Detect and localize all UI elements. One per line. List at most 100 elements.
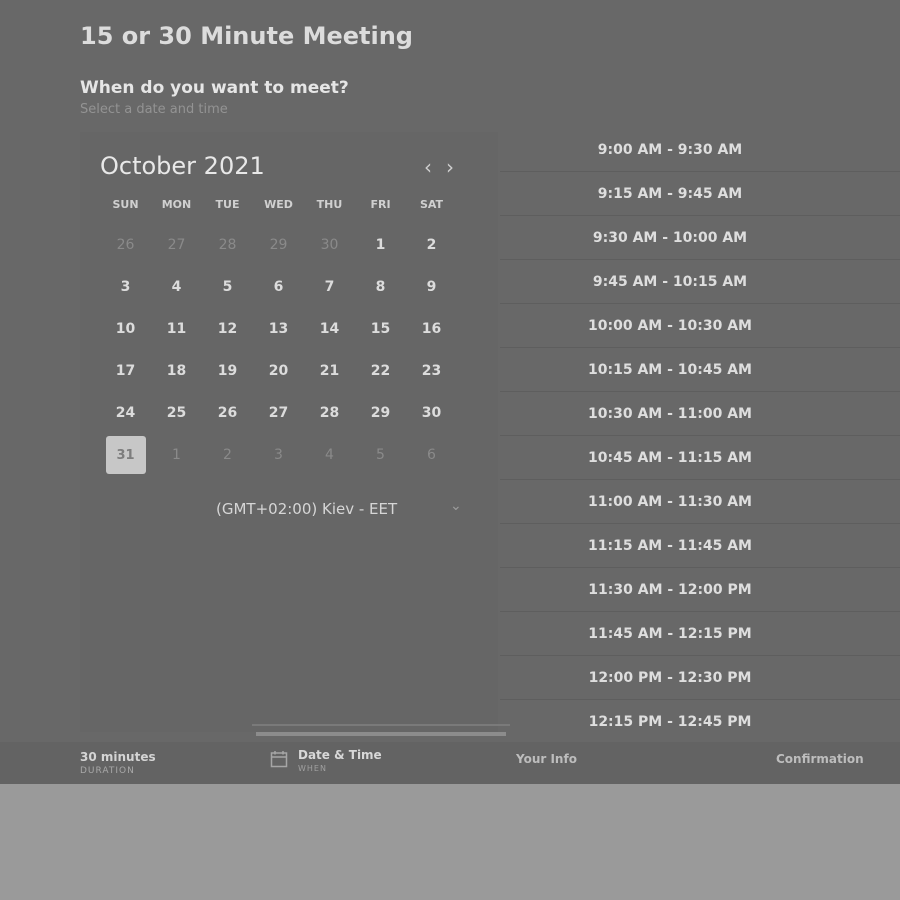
time-slot[interactable]: 11:30 AM - 12:00 PM: [500, 568, 900, 612]
day-cell: 2: [202, 434, 253, 476]
time-slot[interactable]: 10:45 AM - 11:15 AM: [500, 436, 900, 480]
day-cell[interactable]: 6: [253, 266, 304, 308]
time-slot[interactable]: 12:00 PM - 12:30 PM: [500, 656, 900, 700]
day-cell[interactable]: 9: [406, 266, 457, 308]
weekday-label: FRI: [370, 198, 391, 211]
day-number: 27: [268, 405, 289, 421]
day-number: 28: [319, 405, 340, 421]
day-number: 26: [116, 237, 135, 253]
day-number: 2: [223, 447, 232, 463]
day-number: 15: [370, 321, 391, 337]
day-cell: 30: [304, 224, 355, 266]
time-slot[interactable]: 9:30 AM - 10:00 AM: [500, 216, 900, 260]
day-cell-selected[interactable]: 31: [100, 434, 151, 476]
chevron-left-icon: ‹: [424, 155, 432, 179]
page-title: 15 or 30 Minute Meeting: [80, 22, 413, 50]
day-cell[interactable]: 4: [151, 266, 202, 308]
day-cell[interactable]: 12: [202, 308, 253, 350]
day-number: 8: [375, 279, 386, 295]
day-cell[interactable]: 16: [406, 308, 457, 350]
time-slot[interactable]: 11:15 AM - 11:45 AM: [500, 524, 900, 568]
day-cell: 4: [304, 434, 355, 476]
day-number: 5: [376, 447, 385, 463]
weekday-label: SAT: [419, 198, 444, 211]
day-cell[interactable]: 26: [202, 392, 253, 434]
day-cell: 29: [253, 224, 304, 266]
day-cell[interactable]: 7: [304, 266, 355, 308]
day-cell: 3: [253, 434, 304, 476]
day-number: 30: [320, 237, 339, 253]
chevron-down-icon[interactable]: ⌄: [450, 498, 462, 514]
day-grid: 26 27 28 29 30 1 2 3 4 5 6 7 8 9 10 11 12 13 14 15 16 17 18 19 2…: [100, 224, 457, 476]
day-number: 12: [217, 321, 238, 337]
day-cell[interactable]: 30: [406, 392, 457, 434]
timezone-select[interactable]: (GMT+02:00) Kiev - EET: [216, 500, 397, 518]
day-number: 7: [324, 279, 335, 295]
step-your-info[interactable]: Your Info: [516, 752, 577, 766]
scroll-progress-bar[interactable]: [252, 724, 510, 744]
day-number: 23: [421, 363, 442, 379]
day-cell[interactable]: 5: [202, 266, 253, 308]
day-cell[interactable]: 2: [406, 224, 457, 266]
day-cell[interactable]: 21: [304, 350, 355, 392]
day-cell[interactable]: 18: [151, 350, 202, 392]
day-cell[interactable]: 3: [100, 266, 151, 308]
day-cell[interactable]: 13: [253, 308, 304, 350]
day-number: 27: [167, 237, 186, 253]
prev-month-button[interactable]: ‹: [418, 154, 438, 180]
day-cell[interactable]: 11: [151, 308, 202, 350]
time-slot[interactable]: 9:45 AM - 10:15 AM: [500, 260, 900, 304]
time-slot[interactable]: 11:00 AM - 11:30 AM: [500, 480, 900, 524]
day-cell: 26: [100, 224, 151, 266]
time-slot-list: 9:00 AM - 9:30 AM 9:15 AM - 9:45 AM 9:30 A…: [500, 128, 900, 740]
month-label: October 2021: [100, 152, 265, 180]
day-number: 26: [217, 405, 238, 421]
day-number: 16: [421, 321, 442, 337]
time-slot[interactable]: 9:15 AM - 9:45 AM: [500, 172, 900, 216]
day-number: 13: [268, 321, 289, 337]
day-cell[interactable]: 22: [355, 350, 406, 392]
weekday-label: WED: [264, 198, 293, 211]
day-cell[interactable]: 17: [100, 350, 151, 392]
day-number: 10: [115, 321, 136, 337]
day-number: 1: [172, 447, 181, 463]
day-cell[interactable]: 10: [100, 308, 151, 350]
scheduling-app: 15 or 30 Minute Meeting When do you want…: [0, 0, 900, 784]
next-month-button[interactable]: ›: [440, 154, 460, 180]
day-cell[interactable]: 14: [304, 308, 355, 350]
step-confirmation[interactable]: Confirmation: [776, 752, 864, 766]
day-cell[interactable]: 24: [100, 392, 151, 434]
day-cell[interactable]: 20: [253, 350, 304, 392]
day-number: 3: [274, 447, 283, 463]
day-number: 22: [370, 363, 391, 379]
time-slot[interactable]: 12:15 PM - 12:45 PM: [500, 700, 900, 740]
time-slot[interactable]: 10:00 AM - 10:30 AM: [500, 304, 900, 348]
day-cell: 1: [151, 434, 202, 476]
day-cell[interactable]: 1: [355, 224, 406, 266]
day-cell: 28: [202, 224, 253, 266]
day-cell[interactable]: 19: [202, 350, 253, 392]
day-cell: 27: [151, 224, 202, 266]
day-number: 30: [421, 405, 442, 421]
day-cell[interactable]: 15: [355, 308, 406, 350]
day-cell[interactable]: 27: [253, 392, 304, 434]
duration-value: 30 minutes: [80, 750, 156, 764]
time-slot[interactable]: 11:45 AM - 12:15 PM: [500, 612, 900, 656]
day-cell[interactable]: 25: [151, 392, 202, 434]
day-cell[interactable]: 23: [406, 350, 457, 392]
calendar-icon: [270, 751, 288, 768]
step-date-time[interactable]: Date & Time: [298, 748, 382, 762]
time-slot[interactable]: 10:15 AM - 10:45 AM: [500, 348, 900, 392]
day-number: 29: [269, 237, 288, 253]
day-number: 17: [115, 363, 136, 379]
time-slot[interactable]: 10:30 AM - 11:00 AM: [500, 392, 900, 436]
day-cell[interactable]: 8: [355, 266, 406, 308]
day-cell[interactable]: 29: [355, 392, 406, 434]
day-number: 6: [427, 447, 436, 463]
day-cell[interactable]: 28: [304, 392, 355, 434]
weekday-label: MON: [161, 198, 192, 211]
day-number: 24: [115, 405, 136, 421]
time-slot[interactable]: 9:00 AM - 9:30 AM: [500, 128, 900, 172]
scroll-progress-fill: [256, 732, 506, 736]
day-number: 29: [370, 405, 391, 421]
